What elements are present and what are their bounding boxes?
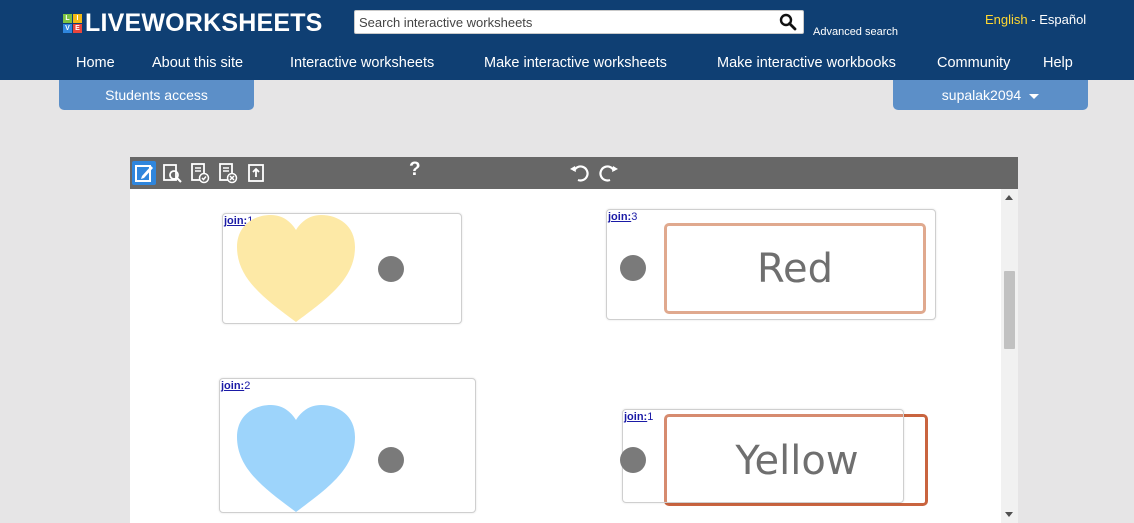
nav-help[interactable]: Help (1043, 55, 1073, 71)
join-label: join:3 (608, 211, 637, 223)
yellow-heart-icon (237, 215, 355, 322)
logo-text: LIVEWORKSHEETS (85, 8, 323, 37)
logo-letter: I (73, 13, 82, 23)
site-logo[interactable]: L I V E LIVEWORKSHEETS (63, 9, 323, 37)
lang-spanish-link[interactable]: Español (1039, 12, 1086, 27)
scroll-down-icon[interactable] (1005, 512, 1013, 517)
main-nav: Home About this site Interactive workshe… (0, 44, 1134, 80)
nav-home[interactable]: Home (76, 55, 115, 71)
undo-icon[interactable] (568, 161, 592, 185)
logo-letter: L (63, 13, 72, 23)
word-label: Yellow (735, 438, 859, 484)
join-card-blue-heart: join:2 (219, 378, 476, 513)
header-bar: L I V E LIVEWORKSHEETS Advanced search E… (0, 0, 1134, 44)
word-box-red: Red (664, 223, 926, 314)
nav-make-workbooks[interactable]: Make interactive workbooks (717, 55, 896, 71)
worksheet-scrollbar[interactable] (1001, 189, 1018, 523)
worksheet-toolbar: ? (130, 157, 1018, 189)
scroll-up-icon[interactable] (1005, 195, 1013, 200)
join-number: 2 (244, 380, 251, 392)
blue-heart-icon (237, 405, 355, 512)
join-point[interactable] (378, 256, 404, 282)
lang-english-link[interactable]: English (985, 12, 1028, 27)
word-box-yellow: Yellow (665, 415, 929, 507)
join-card-yellow-word: join:1 Yellow (620, 409, 904, 503)
join-number: 3 (631, 211, 638, 223)
nav-community[interactable]: Community (937, 55, 1010, 71)
export-document-icon[interactable] (244, 161, 268, 185)
check-answers-icon[interactable] (188, 161, 212, 185)
logo-letter: V (63, 23, 72, 33)
join-card-yellow-heart: join:1 (222, 213, 462, 324)
nav-about[interactable]: About this site (152, 55, 243, 71)
search-box (354, 10, 804, 34)
view-document-icon[interactable] (160, 161, 184, 185)
language-switcher: English - Español (985, 12, 1086, 27)
edit-tool-icon[interactable] (132, 161, 156, 185)
logo-letter: E (73, 23, 82, 33)
nav-make-worksheets[interactable]: Make interactive worksheets (484, 55, 667, 71)
redo-icon[interactable] (596, 161, 620, 185)
nav-interactive-worksheets[interactable]: Interactive worksheets (290, 55, 434, 71)
search-icon[interactable] (779, 13, 797, 31)
reset-answers-icon[interactable] (216, 161, 240, 185)
students-access-tab[interactable]: Students access (59, 80, 254, 110)
students-access-label: Students access (105, 87, 208, 103)
word-label: Red (757, 245, 833, 292)
worksheet-canvas: join:1 join:3 Red join:2 join:1 Yellow (130, 189, 1018, 523)
user-menu-tab[interactable]: supalak2094 (893, 80, 1088, 110)
help-icon[interactable]: ? (409, 159, 421, 181)
join-label: join:2 (221, 380, 250, 392)
join-point[interactable] (378, 447, 404, 473)
advanced-search-link[interactable]: Advanced search (813, 26, 898, 38)
join-prefix: join: (221, 380, 245, 392)
join-point[interactable] (620, 255, 646, 281)
join-number: 1 (647, 411, 654, 423)
scrollbar-thumb[interactable] (1004, 271, 1015, 349)
logo-grid-icon: L I V E (63, 13, 82, 33)
username-label: supalak2094 (941, 87, 1022, 103)
search-input[interactable] (355, 11, 775, 33)
chevron-down-icon (1029, 94, 1040, 99)
lang-separator: - (1027, 12, 1040, 27)
join-point[interactable] (620, 447, 646, 473)
join-prefix: join: (608, 211, 632, 223)
join-prefix: join: (624, 411, 648, 423)
join-label: join:1 (624, 411, 653, 423)
join-card-red-word: join:3 Red (606, 209, 936, 320)
